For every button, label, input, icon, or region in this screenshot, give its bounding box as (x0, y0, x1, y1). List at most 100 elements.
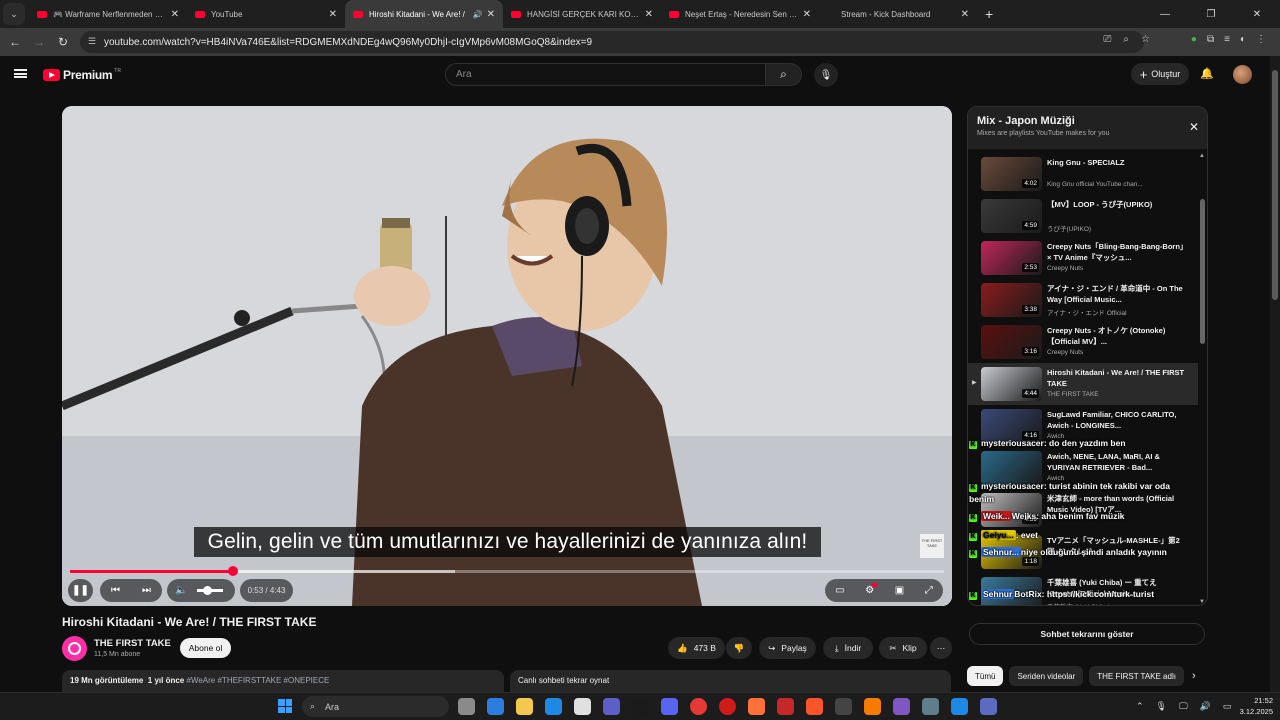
taskbar-app-icon[interactable] (922, 698, 939, 715)
theater-mode-icon[interactable]: ▣ (895, 585, 904, 596)
zoom-icon[interactable]: ⌕ (1123, 34, 1129, 45)
hamburger-menu-icon[interactable] (14, 69, 27, 78)
taskbar-app-icon[interactable] (690, 698, 707, 715)
minimize-icon[interactable]: — (1142, 9, 1188, 20)
taskbar-app-icon[interactable] (835, 698, 852, 715)
site-info-icon[interactable]: ☰ (88, 36, 96, 47)
previous-icon[interactable]: ⏮ (111, 585, 120, 596)
network-icon[interactable]: 🖵 (1179, 701, 1188, 712)
taskbar-app-icon[interactable] (661, 698, 678, 715)
taskbar-app-icon[interactable] (487, 698, 504, 715)
speaker-icon[interactable]: 🔊 (1200, 701, 1211, 712)
voice-search-button[interactable]: 🎙 (814, 63, 838, 87)
puzzle-icon[interactable]: ⧉ (1207, 34, 1214, 45)
channel-avatar[interactable] (62, 636, 87, 661)
menu-icon[interactable]: ⋮ (1256, 34, 1266, 45)
playlist-item[interactable]: 3:38 アイナ・ジ・エンド / 革命道中 - On The Way [Offic… (968, 279, 1198, 321)
taskbar-clock[interactable]: 21:52 3.12.2025 (1228, 695, 1273, 717)
browser-tab[interactable]: 🎮 Warframe Nerflenmeden Ö… ✕ (29, 0, 187, 28)
taskbar-app-icon[interactable] (980, 698, 997, 715)
tab-audio-icon[interactable]: 🔊 (473, 10, 483, 19)
playlist-item[interactable]: 2:53 Creepy Nuts「Bling-Bang-Bang-Born」× T… (968, 237, 1198, 279)
tab-close-icon[interactable]: ✕ (645, 9, 653, 20)
bookmark-star-icon[interactable]: ☆ (1141, 34, 1150, 45)
taskbar-app-icon[interactable] (777, 698, 794, 715)
description-box[interactable]: 19 Mn görüntüleme 1 yıl önce #WeAre #THE… (62, 670, 504, 692)
tab-close-icon[interactable]: ✕ (803, 9, 811, 20)
taskbar-app-icon[interactable] (603, 698, 620, 715)
taskbar-app-icon[interactable] (516, 698, 533, 715)
browser-tab[interactable]: Neşet Ertaş - Neredesin Sen (Ja… ✕ (661, 0, 819, 28)
create-button[interactable]: + Oluştur (1131, 63, 1189, 85)
tab-close-icon[interactable]: ✕ (487, 9, 495, 20)
subtitles-icon[interactable]: ▭ (835, 585, 844, 596)
chevron-right-icon[interactable]: › (1192, 670, 1196, 682)
browser-tab[interactable]: YouTube ✕ (187, 0, 345, 28)
forward-icon[interactable]: → (27, 35, 51, 49)
playlist-item[interactable]: 4:59 【MV】LOOP - うぴ子(UPIKO) うぴ子(UPIKO) (968, 195, 1198, 237)
download-button[interactable]: ⤓ İndir (823, 637, 873, 659)
chevron-up-icon[interactable]: ⌃ (1136, 701, 1144, 712)
next-icon[interactable]: ⏭ (142, 585, 151, 596)
close-icon[interactable]: ✕ (1189, 120, 1199, 134)
extension-icon[interactable]: ● (1191, 34, 1197, 45)
settings-gear-icon[interactable]: ⚙ (865, 583, 879, 596)
playlist-scrollbar[interactable]: ▲ ▼ (1199, 153, 1207, 605)
playlist-item[interactable]: 3:16 Creepy Nuts - オトノケ (Otonoke) 【Offici… (968, 321, 1198, 363)
browser-tab[interactable]: HANGİSİ GERÇEK KARI KOCA?! ✕ (503, 0, 661, 28)
new-tab-button[interactable]: + (985, 6, 993, 22)
close-window-icon[interactable]: ✕ (1234, 9, 1280, 20)
more-actions-button[interactable]: ⋯ (930, 637, 952, 659)
back-icon[interactable]: ← (3, 35, 27, 49)
taskbar-app-icon[interactable] (574, 698, 591, 715)
taskbar-app-icon[interactable] (545, 698, 562, 715)
filter-chip[interactable]: THE FIRST TAKE adlı (1089, 666, 1184, 686)
video-player[interactable]: Gelin, gelin ve tüm umutlarınızı ve haya… (62, 106, 952, 606)
taskbar-app-icon[interactable] (719, 698, 736, 715)
notifications-bell-icon[interactable]: 🔔 (1200, 67, 1214, 80)
taskbar-app-icon[interactable] (458, 698, 475, 715)
progress-bar[interactable] (70, 566, 944, 576)
show-chat-replay-button[interactable]: Sohbet tekrarını göster (969, 623, 1205, 645)
volume-control[interactable]: 🔈 (167, 579, 235, 602)
playlist-thumbnail[interactable]: 2:53 (981, 241, 1042, 275)
taskbar-app-icon[interactable] (951, 698, 968, 715)
cast-icon[interactable]: ⎚ (1103, 34, 1111, 45)
playlist-thumbnail[interactable]: 4:44 (981, 367, 1042, 401)
maximize-icon[interactable]: ❐ (1188, 9, 1234, 20)
fullscreen-icon[interactable]: ⤢ (925, 585, 933, 596)
filter-chip[interactable]: Tümü (967, 666, 1004, 686)
dislike-button[interactable]: 👎 (726, 637, 752, 659)
tab-search-button[interactable]: ⌄ (3, 3, 25, 25)
playlist-thumbnail[interactable]: 4:59 (981, 199, 1042, 233)
scrollbar-thumb[interactable] (1272, 70, 1278, 300)
playlist-thumbnail[interactable]: 4:02 (981, 157, 1042, 191)
tab-close-icon[interactable]: ✕ (329, 9, 337, 20)
channel-name[interactable]: THE FIRST TAKE (94, 638, 171, 649)
like-button[interactable]: 👍 473 B (668, 637, 725, 659)
live-chat-replay-header[interactable]: Canlı sohbeti tekrar oynat (510, 670, 951, 692)
youtube-premium-logo[interactable]: Premium TR (43, 68, 121, 82)
playlist-thumbnail[interactable]: 3:38 (981, 283, 1042, 317)
playlist-thumbnail[interactable]: 3:16 (981, 325, 1042, 359)
address-bar[interactable]: ☰ youtube.com/watch?v=HB4iNVa746E&list=R… (80, 31, 1144, 53)
volume-icon[interactable]: 🔈 (175, 585, 187, 596)
clip-button[interactable]: ✂ Klip (879, 637, 927, 659)
subscribe-button[interactable]: Abone ol (180, 638, 231, 658)
taskbar-search[interactable]: ⌕ Ara (302, 696, 449, 717)
playlist-item[interactable]: 4:02 King Gnu - SPECIALZ King Gnu official… (968, 153, 1198, 195)
taskbar-app-icon[interactable] (806, 698, 823, 715)
tab-close-icon[interactable]: ✕ (171, 9, 179, 20)
reading-list-icon[interactable]: ≡ (1224, 34, 1230, 45)
search-input[interactable]: Ara (445, 63, 766, 86)
page-scrollbar[interactable] (1270, 56, 1280, 692)
tab-close-icon[interactable]: ✕ (961, 9, 969, 20)
taskbar-app-icon[interactable] (632, 698, 649, 715)
playlist-title[interactable]: Mix - Japon Müziği (977, 115, 1200, 127)
volume-slider[interactable] (197, 586, 224, 595)
video-hashtags[interactable]: #WeAre #THEFIRSTTAKE #ONEPIECE (187, 676, 330, 685)
scroll-down-icon[interactable]: ▼ (1199, 599, 1205, 605)
playlist-item[interactable]: ▶ 4:44 Hiroshi Kitadani - We Are! / THE FI… (968, 363, 1198, 405)
browser-tab[interactable]: Hiroshi Kitadani - We Are! / 🔊 ✕ (345, 0, 503, 28)
browser-tab[interactable]: Stream - Kick Dashboard ✕ (819, 0, 977, 28)
